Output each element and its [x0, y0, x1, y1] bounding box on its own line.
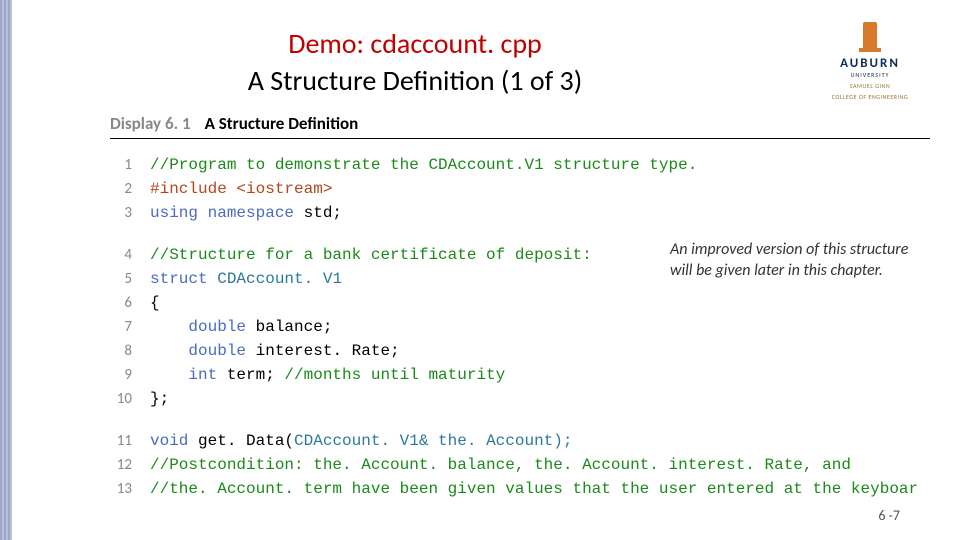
code-text: //Program to demonstrate the CDAccount.V… [150, 153, 697, 177]
logo-tower-icon [863, 22, 877, 50]
left-decor-bar [0, 0, 12, 540]
code-text: struct CDAccount. V1 [150, 267, 342, 291]
code-row: 1//Program to demonstrate the CDAccount.… [110, 153, 930, 177]
display-label: Display 6. 1 [110, 113, 191, 134]
code-row: 3using namespace std; [110, 201, 930, 225]
code-text: //Structure for a bank certificate of de… [150, 243, 592, 267]
code-row: 6{ [110, 291, 930, 315]
code-row: 8 double interest. Rate; [110, 339, 930, 363]
line-number: 10 [110, 387, 150, 411]
line-number: 11 [110, 429, 150, 453]
display-title: A Structure Definition [205, 113, 359, 134]
line-number: 2 [110, 177, 150, 201]
logo-text: AUBURN [810, 56, 930, 71]
code-text: int term; //months until maturity [150, 363, 505, 387]
line-number: 13 [110, 477, 150, 501]
code-text: double balance; [150, 315, 332, 339]
code-row: 12//Postcondition: the. Account. balance… [110, 453, 930, 477]
logo: AUBURN UNIVERSITY SAMUEL GINN COLLEGE OF… [810, 22, 930, 101]
code-text: using namespace std; [150, 201, 342, 225]
code-text: }; [150, 387, 169, 411]
code-row: 7 double balance; [110, 315, 930, 339]
code-row: 2#include <iostream> [110, 177, 930, 201]
code-row: 11void get. Data(CDAccount. V1& the. Acc… [110, 429, 930, 453]
code-listing: 1//Program to demonstrate the CDAccount.… [110, 153, 930, 501]
code-text: //Postcondition: the. Account. balance, … [150, 453, 851, 477]
code-text: void get. Data(CDAccount. V1& the. Accou… [150, 429, 572, 453]
line-number: 9 [110, 363, 150, 387]
page-number: 6 -7 [878, 507, 900, 524]
line-number: 3 [110, 201, 150, 225]
logo-eng1: SAMUEL GINN [810, 83, 930, 90]
display-heading: Display 6. 1 A Structure Definition [110, 113, 930, 134]
slide: Demo: cdaccount. cpp A Structure Definit… [0, 0, 960, 540]
line-number: 12 [110, 453, 150, 477]
code-row: 13//the. Account. term have been given v… [110, 477, 930, 501]
code-text: //the. Account. term have been given val… [150, 477, 918, 501]
line-number: 5 [110, 267, 150, 291]
title-line-2: A Structure Definition (1 of 3) [20, 63, 810, 98]
line-number: 1 [110, 153, 150, 177]
code-text: { [150, 291, 160, 315]
logo-eng2: COLLEGE OF ENGINEERING [810, 94, 930, 101]
divider [110, 138, 930, 139]
code-row: 10}; [110, 387, 930, 411]
header: Demo: cdaccount. cpp A Structure Definit… [20, 22, 930, 101]
callout-note: An improved version of this structure wi… [670, 240, 920, 282]
code-text: #include <iostream> [150, 177, 332, 201]
code-row: 9 int term; //months until maturity [110, 363, 930, 387]
line-number: 8 [110, 339, 150, 363]
code-text: double interest. Rate; [150, 339, 400, 363]
title-block: Demo: cdaccount. cpp A Structure Definit… [20, 22, 810, 98]
line-number: 6 [110, 291, 150, 315]
line-number: 7 [110, 315, 150, 339]
line-number: 4 [110, 243, 150, 267]
logo-subtext: UNIVERSITY [810, 71, 930, 79]
title-line-1: Demo: cdaccount. cpp [20, 26, 810, 61]
